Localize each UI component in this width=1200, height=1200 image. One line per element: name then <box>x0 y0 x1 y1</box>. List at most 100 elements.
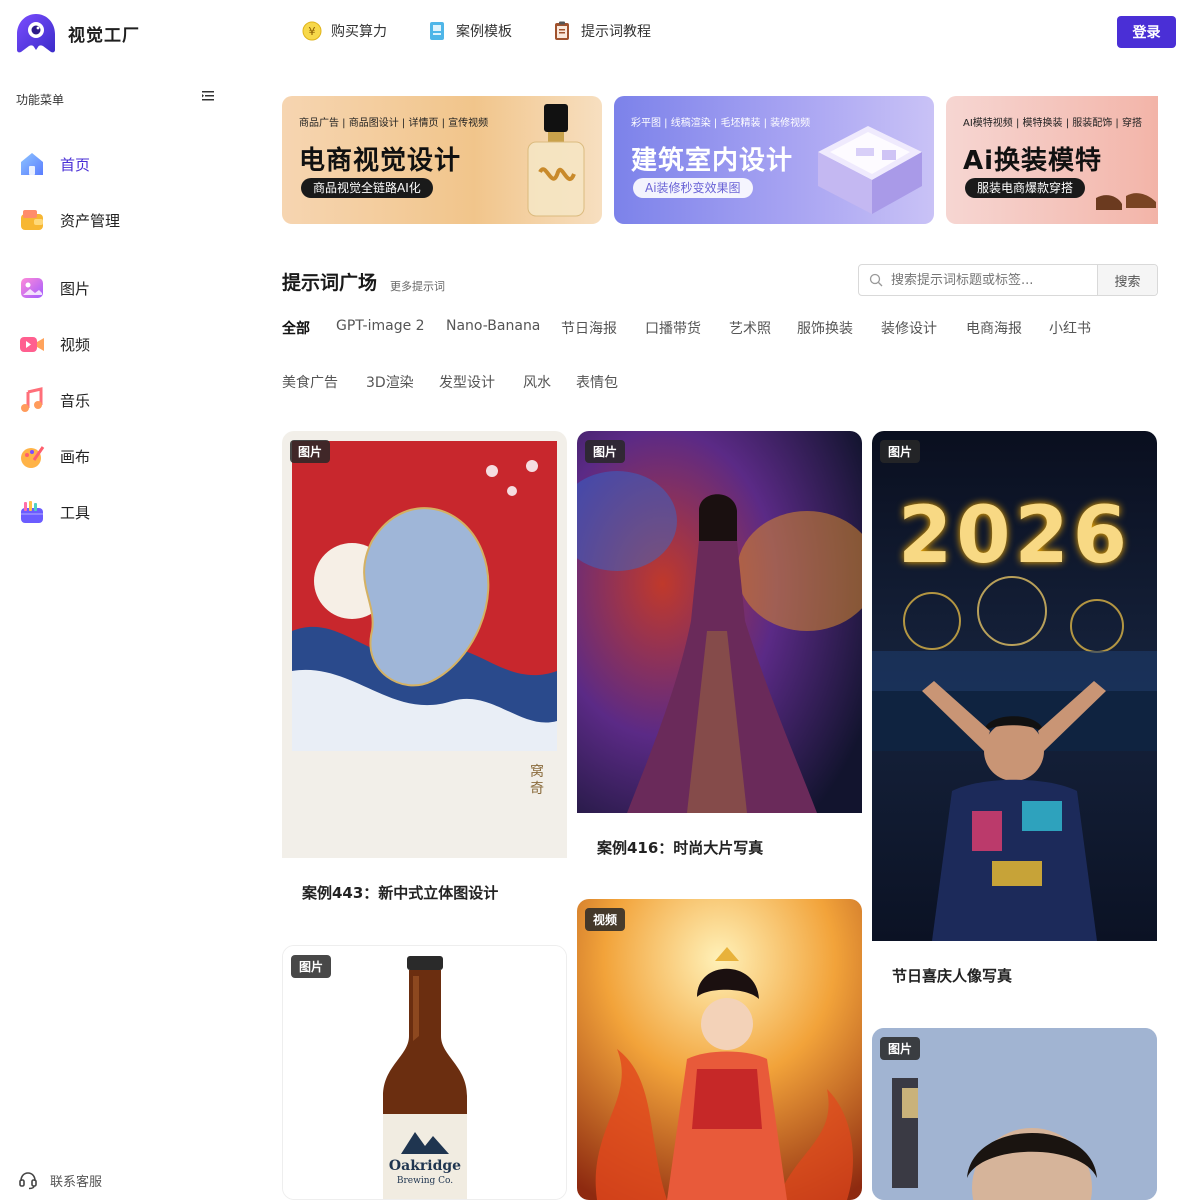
media-type-badge: 图片 <box>585 440 626 463</box>
svg-text:¥: ¥ <box>309 25 316 38</box>
more-prompts-link[interactable]: 更多提示词 <box>390 278 445 294</box>
sidebar-item-label: 视频 <box>60 335 91 354</box>
banner-tags: 彩平图 | 线稿渲染 | 毛坯精装 | 装修视频 <box>631 118 811 129</box>
case-video-fire-dancer <box>577 899 862 1200</box>
sidebar: 功能菜单 首页 资产管理 图片 视频 音乐 画布 工具 联系客服 <box>0 68 240 1200</box>
case-card[interactable]: 图片 案例416：时尚大片写真 <box>577 431 862 866</box>
toolbox-icon <box>21 501 43 523</box>
banner-tags: 商品广告 | 商品图设计 | 详情页 | 宣传视频 <box>299 118 489 129</box>
banner-pill: Ai装修秒变效果图 <box>633 178 753 198</box>
topnav-label: 提示词教程 <box>581 24 651 40</box>
room-model-image <box>818 126 922 214</box>
banner-pill: 服装电商爆款穿搭 <box>965 178 1086 198</box>
sidebar-item-image[interactable]: 图片 <box>18 274 90 302</box>
banner-title: 电商视觉设计 <box>299 146 462 176</box>
menu-collapse-icon[interactable] <box>201 89 215 103</box>
wallet-icon <box>21 210 43 230</box>
sidebar-item-label: 资产管理 <box>60 211 121 230</box>
banner-title: Ai换装模特 <box>963 146 1103 176</box>
category-sticker[interactable]: 表情包 <box>576 372 618 392</box>
sidebar-item-label: 图片 <box>60 279 91 298</box>
media-type-badge: 图片 <box>880 440 921 463</box>
category-art-photo[interactable]: 艺术照 <box>729 318 771 338</box>
search-button[interactable]: 搜索 <box>1097 265 1157 295</box>
case-card[interactable]: 窝 奇 图片 案例443：新中式立体图设计 <box>282 431 567 911</box>
headset-icon <box>19 1172 37 1190</box>
prompt-square-title: 提示词广场 <box>282 272 378 294</box>
category-outfit-swap[interactable]: 服饰换装 <box>797 318 853 338</box>
media-type-badge: 图片 <box>880 1037 921 1060</box>
banner-ecommerce-design[interactable]: 商品广告 | 商品图设计 | 详情页 | 宣传视频 电商视觉设计 商品视觉全链路… <box>282 96 602 224</box>
category-hairstyle[interactable]: 发型设计 <box>439 372 495 392</box>
topnav-label: 案例模板 <box>456 24 512 40</box>
svg-text:窝: 窝 <box>530 763 544 780</box>
category-gpt-image-2[interactable]: GPT-image 2 <box>336 318 425 334</box>
perfume-bottle-image <box>527 104 585 217</box>
case-card[interactable]: 视频 <box>577 899 862 1200</box>
media-type-badge: 图片 <box>290 440 331 463</box>
music-icon <box>21 387 43 412</box>
category-3d-render[interactable]: 3D渲染 <box>366 372 414 392</box>
case-title: 案例416：时尚大片写真 <box>597 839 764 857</box>
sidebar-item-home[interactable]: 首页 <box>18 150 90 178</box>
case-image-fashion-portrait <box>577 431 862 813</box>
case-title: 节日喜庆人像写真 <box>892 967 1013 985</box>
clipboard-icon <box>552 20 572 42</box>
category-ecommerce-poster[interactable]: 电商海报 <box>966 318 1022 338</box>
svg-text:奇: 奇 <box>530 780 544 797</box>
bottle-label-sub: Brewing Co. <box>396 1176 454 1186</box>
category-holiday-poster[interactable]: 节日海报 <box>561 318 617 338</box>
contact-support[interactable]: 联系客服 <box>18 1170 102 1190</box>
topnav-case-templates[interactable]: 案例模板 <box>427 20 512 42</box>
media-type-badge: 视频 <box>585 908 626 931</box>
case-card[interactable]: 2026 图片 节日喜庆人像写真 <box>872 431 1157 994</box>
bottle-label-brand: Oakridge <box>388 1158 462 1174</box>
case-image-chinese-dragon: 窝 奇 <box>282 431 567 858</box>
category-nano-banana[interactable]: Nano-Banana <box>446 318 540 334</box>
sidebar-item-label: 音乐 <box>60 391 91 410</box>
top-header: 视觉工厂 ¥ 购买算力 案例模板 提示词教程 登录 <box>0 0 1200 68</box>
case-card[interactable]: 图片 Oakridge Brewing Co. <box>282 945 567 1200</box>
category-all[interactable]: 全部 <box>282 318 310 338</box>
image-icon <box>21 278 43 298</box>
home-icon <box>21 153 43 175</box>
category-live-selling[interactable]: 口播带货 <box>645 318 701 338</box>
case-title: 案例443：新中式立体图设计 <box>302 884 499 902</box>
case-card[interactable]: 图片 <box>872 1028 1157 1200</box>
sidebar-item-label: 画布 <box>60 447 91 466</box>
banner-carousel: 商品广告 | 商品图设计 | 详情页 | 宣传视频 电商视觉设计 商品视觉全链路… <box>282 96 1158 224</box>
support-label: 联系客服 <box>50 1174 103 1190</box>
banner-interior-design[interactable]: 彩平图 | 线稿渲染 | 毛坯精装 | 装修视频 建筑室内设计 Ai装修秒变效果… <box>614 96 934 224</box>
sidebar-item-label: 首页 <box>60 155 91 174</box>
shoes-image <box>1096 193 1156 210</box>
topnav-buy-compute[interactable]: ¥ 购买算力 <box>302 20 387 42</box>
coin-icon: ¥ <box>302 20 322 42</box>
app-name: 视觉工厂 <box>68 25 140 46</box>
sidebar-item-music[interactable]: 音乐 <box>18 386 90 414</box>
topnav-label: 购买算力 <box>331 24 387 40</box>
sidebar-item-assets[interactable]: 资产管理 <box>18 206 120 234</box>
banner-ai-model[interactable]: AI模特视频 | 模特换装 | 服装配饰 | 穿搭 Ai换装模特 服装电商爆款穿… <box>946 96 1158 224</box>
search-icon <box>869 273 883 287</box>
category-fengshui[interactable]: 风水 <box>523 372 551 392</box>
banner-pill: 商品视觉全链路AI化 <box>301 178 433 198</box>
category-xiaohongshu[interactable]: 小红书 <box>1049 318 1091 338</box>
topnav-prompt-tutorial[interactable]: 提示词教程 <box>552 20 651 42</box>
search-input[interactable] <box>859 265 1097 295</box>
template-book-icon <box>427 20 447 42</box>
canvas-icon <box>21 446 45 468</box>
video-icon <box>20 337 44 352</box>
login-button[interactable]: 登录 <box>1117 16 1176 48</box>
banner-title: 建筑室内设计 <box>631 146 794 176</box>
sidebar-item-canvas[interactable]: 画布 <box>18 442 90 470</box>
poster-year-text: 2026 <box>897 491 1132 581</box>
logo-mark-icon <box>17 14 55 53</box>
category-food-ad[interactable]: 美食广告 <box>282 372 338 392</box>
app-logo[interactable]: 视觉工厂 <box>15 12 140 54</box>
prompt-search: 搜索 <box>858 264 1158 296</box>
sidebar-item-tools[interactable]: 工具 <box>18 498 90 526</box>
top-nav: ¥ 购买算力 案例模板 提示词教程 <box>302 20 691 42</box>
sidebar-menu-title: 功能菜单 <box>16 93 65 107</box>
sidebar-item-video[interactable]: 视频 <box>18 330 90 358</box>
category-interior-design[interactable]: 装修设计 <box>881 318 937 338</box>
